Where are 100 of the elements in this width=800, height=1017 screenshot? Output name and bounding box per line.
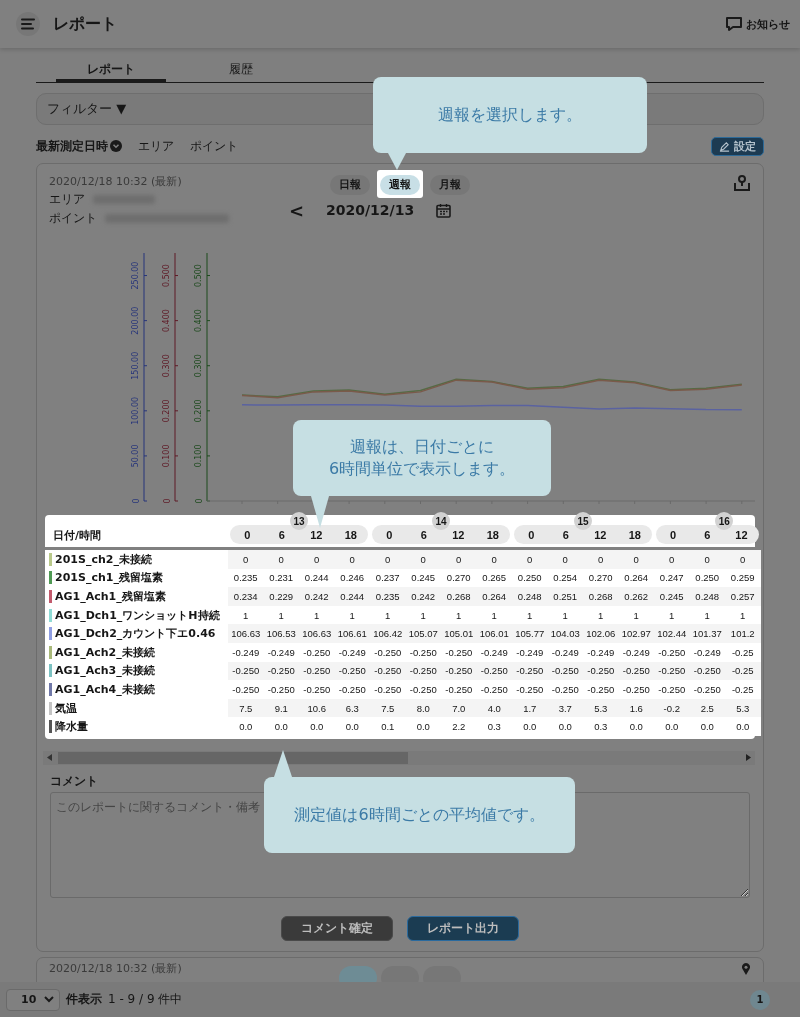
table-cell: 104.03 bbox=[547, 624, 583, 643]
chevron-down-icon bbox=[110, 140, 122, 152]
table-cell: 106.61 bbox=[334, 624, 370, 643]
page-title: レポート bbox=[53, 13, 118, 35]
hour-header: 12 bbox=[593, 528, 608, 541]
export-icon[interactable] bbox=[733, 174, 751, 192]
row-name: 201S_ch1_残留塩素 bbox=[55, 570, 163, 586]
table-cell: 106.53 bbox=[263, 624, 299, 643]
page-size-select[interactable]: 10 bbox=[6, 988, 60, 1011]
row-name: 201S_ch2_未接続 bbox=[55, 551, 152, 567]
row-name: AG1_Dch1_ワンショットH持続 bbox=[55, 607, 220, 623]
row-name: AG1_Dch2_カウント下エ0.46 bbox=[55, 626, 216, 642]
table-cell: 0.242 bbox=[299, 587, 335, 606]
sort-label: 最新測定日時 bbox=[36, 137, 108, 155]
table-cell: 0 bbox=[370, 550, 406, 569]
table-cell: 0 bbox=[441, 550, 477, 569]
sort-option[interactable]: ポイント bbox=[190, 137, 238, 155]
table-cell: 106.63 bbox=[299, 624, 335, 643]
table-cell: 0.268 bbox=[583, 587, 619, 606]
menu-button[interactable] bbox=[16, 12, 40, 36]
hour-header: 6 bbox=[419, 528, 428, 541]
table-cell: 0 bbox=[618, 550, 654, 569]
hour-header: 0 bbox=[669, 528, 678, 541]
settings-button[interactable]: 設定 bbox=[711, 136, 764, 156]
settings-label: 設定 bbox=[734, 138, 756, 154]
page-button[interactable]: 1 bbox=[750, 989, 770, 1010]
axis-tick-label: 0.400 bbox=[194, 309, 204, 333]
table-cell: 0 bbox=[476, 550, 512, 569]
calendar-icon[interactable] bbox=[436, 202, 452, 218]
export-button[interactable]: レポート出力 bbox=[407, 915, 519, 941]
column-header: 日付/時間 bbox=[52, 528, 103, 544]
axis-tick-label: 100.00 bbox=[131, 396, 141, 425]
scroll-left-icon[interactable] bbox=[47, 754, 52, 762]
callout: 測定値は6時間ごとの平均値です。 bbox=[264, 777, 575, 853]
table-cell: 0 bbox=[334, 550, 370, 569]
edit-icon bbox=[719, 140, 730, 152]
pin-icon[interactable] bbox=[741, 962, 751, 975]
row-name: AG1_Ach4_未接続 bbox=[55, 681, 155, 697]
sort-option[interactable]: エリア bbox=[138, 137, 174, 155]
table-cell: 0.248 bbox=[512, 587, 548, 606]
tab[interactable]: レポート bbox=[56, 60, 166, 82]
table-cell: 0.251 bbox=[547, 587, 583, 606]
axis-tick-label: 50.00 bbox=[131, 444, 141, 468]
row-name: 降水量 bbox=[55, 719, 88, 735]
table-cell: 101.2 bbox=[725, 624, 761, 643]
table-cell: 0.245 bbox=[654, 587, 690, 606]
period-tab[interactable]: 週報 bbox=[380, 174, 420, 195]
previous-button[interactable]: < bbox=[288, 199, 304, 221]
callout-pointer bbox=[274, 750, 292, 777]
day-badge: 13 bbox=[290, 512, 308, 530]
table-cell: 105.77 bbox=[512, 624, 548, 643]
row-name: AG1_Ach3_未接続 bbox=[55, 663, 155, 679]
period-tab[interactable]: 日報 bbox=[330, 174, 370, 195]
confirm-button[interactable]: コメント確定 bbox=[281, 915, 393, 941]
table-cell: 0 bbox=[405, 550, 441, 569]
timestamp: 2020/12/18 10:32 (最新) bbox=[49, 960, 183, 977]
callout: 週報を選択します。 bbox=[373, 77, 647, 153]
hour-header: 12 bbox=[451, 528, 466, 541]
hour-header: 6 bbox=[561, 528, 570, 541]
table-cell: 0.257 bbox=[725, 587, 761, 606]
table-cell: 106.42 bbox=[370, 624, 406, 643]
period-tab[interactable]: 月報 bbox=[430, 174, 470, 195]
table-cell: 105.07 bbox=[405, 624, 441, 643]
day-badge: 15 bbox=[574, 512, 592, 530]
timestamp: 2020/12/18 10:32 (最新) bbox=[49, 175, 182, 188]
page-size-value: 10 bbox=[21, 993, 37, 1006]
axis-tick-label: 250.00 bbox=[131, 261, 141, 290]
callout: 週報は、日付ごとに 6時間単位で表示します。 bbox=[293, 420, 551, 496]
table-cell: 0 bbox=[654, 550, 690, 569]
sort-option[interactable]: 最新測定日時 bbox=[36, 137, 122, 155]
notice-button[interactable]: お知らせ bbox=[725, 16, 790, 32]
area-label: エリア bbox=[49, 191, 85, 208]
axis-tick-label: 200.00 bbox=[131, 306, 141, 335]
table-cell: 0.268 bbox=[441, 587, 477, 606]
day-badge: 14 bbox=[432, 512, 450, 530]
axis-tick-label: 0.200 bbox=[194, 399, 204, 423]
axis-tick-label: 0 bbox=[162, 498, 172, 504]
table-cell: 101.37 bbox=[689, 624, 725, 643]
table-cell: 0.235 bbox=[370, 587, 406, 606]
table-cell: 0 bbox=[547, 550, 583, 569]
result-count: 1 - 9 / 9 件中 bbox=[108, 991, 183, 1008]
axis-tick-label: 0.200 bbox=[162, 399, 172, 423]
hour-header: 12 bbox=[734, 528, 749, 541]
hour-header: 6 bbox=[277, 528, 286, 541]
axis-tick-label: 0.100 bbox=[194, 444, 204, 468]
selected-date: 2020/12/13 bbox=[325, 202, 415, 218]
horizontal-scrollbar[interactable] bbox=[43, 750, 755, 765]
axis-tick-label: 0.400 bbox=[162, 309, 172, 333]
hour-header: 0 bbox=[243, 528, 252, 541]
row-name: AG1_Ach1_残留塩素 bbox=[55, 589, 166, 604]
table-cell: 0.244 bbox=[334, 587, 370, 606]
table-cell: 0.262 bbox=[618, 587, 654, 606]
point-label: ポイント bbox=[49, 210, 97, 227]
tab[interactable]: 履歴 bbox=[186, 60, 296, 82]
axis-tick-label: 0 bbox=[194, 498, 204, 504]
table-cell: 0 bbox=[512, 550, 548, 569]
hour-header: 18 bbox=[627, 528, 642, 541]
table-cell: 0.264 bbox=[476, 587, 512, 606]
scroll-right-icon[interactable] bbox=[746, 754, 751, 762]
table-cell: 0 bbox=[689, 550, 725, 569]
